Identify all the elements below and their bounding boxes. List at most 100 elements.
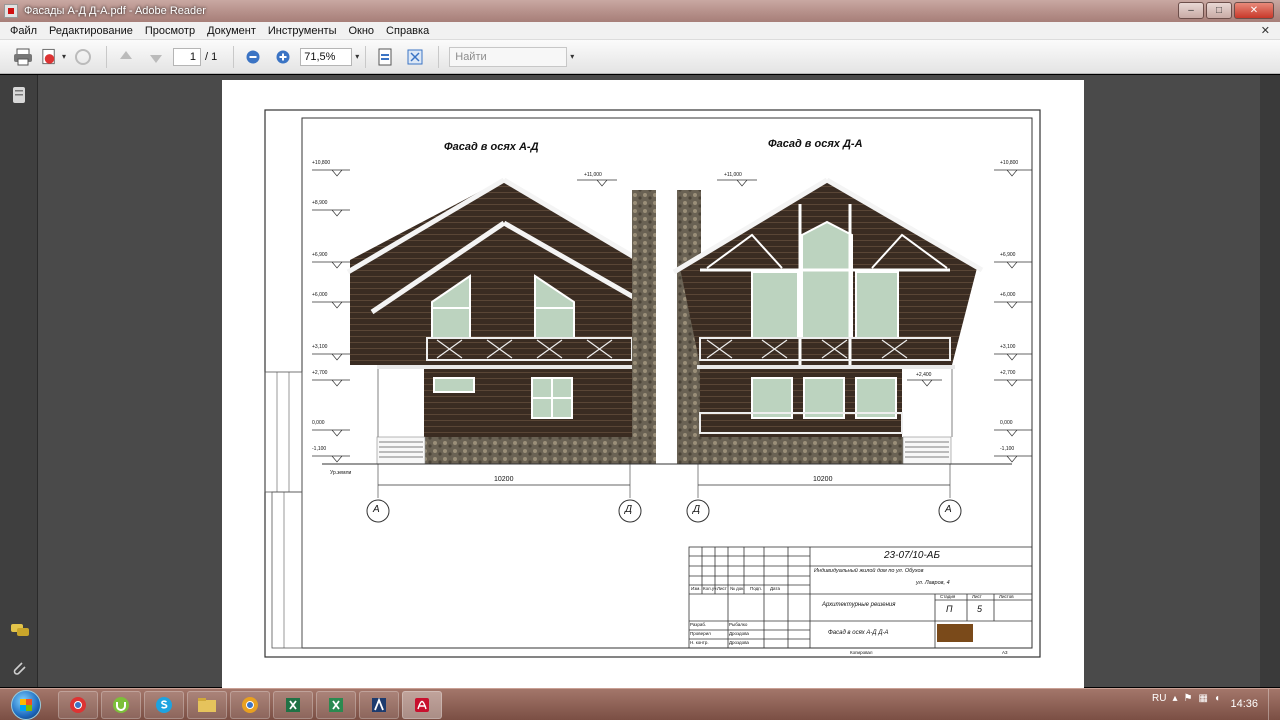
sheets-label: Листов <box>999 594 1014 599</box>
menu-view[interactable]: Просмотр <box>139 25 201 37</box>
menu-file[interactable]: Файл <box>4 25 43 37</box>
comments-icon[interactable] <box>10 621 29 639</box>
zoom-level-select[interactable]: 71,5% <box>300 47 353 66</box>
page-total: / 1 <box>205 50 218 63</box>
tray-volume-icon[interactable]: ◖ <box>1214 693 1220 704</box>
page-number-input[interactable]: 1 <box>173 47 201 66</box>
elevation-mark: +10,800 <box>312 160 331 166</box>
taskbar-autocad-icon[interactable] <box>359 691 399 719</box>
menu-edit[interactable]: Редактирование <box>43 25 139 37</box>
ground-level-label: Ур.земли <box>330 470 352 476</box>
close-button[interactable]: ✕ <box>1234 2 1274 19</box>
full-screen-icon[interactable] <box>402 45 428 69</box>
maximize-button[interactable]: □ <box>1206 2 1232 19</box>
facade-left-title: Фасад в осях А-Д <box>444 141 539 153</box>
window-title: Фасады А-Д Д-А.pdf - Adobe Reader <box>24 5 206 17</box>
taskbar-explorer-icon[interactable] <box>187 691 227 719</box>
elevation-mark: +6,000 <box>1000 292 1016 298</box>
menu-tools[interactable]: Инструменты <box>262 25 343 37</box>
dimension-label: 10200 <box>813 476 833 483</box>
elevation-mark: +8,900 <box>312 200 328 206</box>
toolbar-separator <box>233 45 235 68</box>
print-icon[interactable] <box>10 45 36 69</box>
page-thumbnails-icon[interactable] <box>10 85 28 103</box>
close-document-icon[interactable]: ✕ <box>1261 24 1270 37</box>
toolbar: ▾ 1 / 1 71,5% ▾ Найти ▾ <box>0 40 1280 74</box>
elevation-mark: +6,900 <box>1000 252 1016 258</box>
find-input[interactable]: Найти <box>449 46 568 67</box>
next-page-icon <box>143 45 169 69</box>
chimney-elevation-mark: +11,000 <box>724 172 742 178</box>
elevation-mark: -1,100 <box>1000 446 1015 452</box>
dimension-label: 10200 <box>494 476 514 483</box>
taskbar-adobe-reader-icon[interactable] <box>402 691 442 719</box>
role-name: Дроздова <box>729 640 749 645</box>
role-name: Дроздова <box>729 631 749 636</box>
elevation-mark: +10,800 <box>1000 160 1019 166</box>
header-cell: № док. <box>730 586 745 591</box>
axis-label: Д <box>693 504 701 515</box>
chevron-down-icon[interactable]: ▾ <box>355 52 359 61</box>
axis-label: А <box>945 504 952 515</box>
fit-page-icon[interactable] <box>372 45 398 69</box>
role-label: Проверил <box>690 631 711 636</box>
sheet-value: 5 <box>977 604 983 614</box>
taskbar-chrome-2-icon[interactable] <box>230 691 270 719</box>
system-tray: RU ▴ ⚑ ▦ ◖ <box>1152 693 1220 704</box>
share-icon <box>70 45 96 69</box>
navigation-panel <box>0 75 38 687</box>
role-name: Рыбалко <box>729 622 748 627</box>
header-cell: Дата <box>770 586 780 591</box>
menu-bar: Файл Редактирование Просмотр Документ Ин… <box>0 22 1280 40</box>
chevron-down-icon[interactable]: ▾ <box>570 52 574 61</box>
zoom-level-value: 71,5% <box>304 50 336 63</box>
attachments-icon[interactable] <box>10 659 28 677</box>
tray-flag-icon[interactable]: ⚑ <box>1184 693 1193 704</box>
taskbar-chrome-icon[interactable] <box>58 691 98 719</box>
tray-expand-icon[interactable]: ▴ <box>1173 693 1178 704</box>
minimize-button[interactable]: – <box>1178 2 1204 19</box>
copied-label: Копировал <box>850 650 873 655</box>
title-bar: Фасады А-Д Д-А.pdf - Adobe Reader – □ ✕ <box>0 0 1280 22</box>
elevation-mark: -1,100 <box>312 446 327 452</box>
header-cell: Изм. <box>691 586 701 591</box>
format-label: А3 <box>1002 650 1008 655</box>
elevation-mark: +2,700 <box>1000 370 1016 376</box>
zoom-out-icon[interactable] <box>240 45 266 69</box>
show-desktop-button[interactable] <box>1268 689 1280 720</box>
taskbar: RU ▴ ⚑ ▦ ◖ 14:36 <box>0 688 1280 720</box>
language-indicator[interactable]: RU <box>1152 693 1166 704</box>
header-cell: Кол.уч <box>703 586 717 591</box>
menu-document[interactable]: Документ <box>201 25 262 37</box>
previous-page-icon <box>113 45 139 69</box>
chimney-elevation-mark: +11,000 <box>584 172 602 178</box>
elevation-mark: +6,000 <box>312 292 328 298</box>
vertical-scrollbar[interactable] <box>1260 75 1280 687</box>
axis-label: Д <box>625 504 633 515</box>
sheet-label: Лист <box>972 594 982 599</box>
clock[interactable]: 14:36 <box>1230 698 1258 710</box>
toolbar-separator <box>438 45 440 68</box>
axis-label: А <box>373 504 380 515</box>
taskbar-excel-2-icon[interactable] <box>316 691 356 719</box>
project-line-1: Индивидуальный жилой дом по ул. Обухов <box>814 568 924 574</box>
sheet-title: Фасад в осях А-Д Д-А <box>828 630 889 636</box>
toolbar-separator <box>106 45 107 68</box>
project-line-2: ул. Лавров, 4 <box>916 580 950 586</box>
menu-help[interactable]: Справка <box>380 25 435 37</box>
chevron-down-icon: ▾ <box>61 52 66 61</box>
taskbar-skype-icon[interactable] <box>144 691 184 719</box>
elevation-mark: 0,000 <box>1000 420 1013 426</box>
taskbar-utorrent-icon[interactable] <box>101 691 141 719</box>
taskbar-excel-icon[interactable] <box>273 691 313 719</box>
tray-network-icon[interactable]: ▦ <box>1199 693 1208 704</box>
menu-window[interactable]: Окно <box>342 25 380 37</box>
create-pdf-icon[interactable]: ▾ <box>40 45 66 69</box>
header-cell: Лист <box>717 586 727 591</box>
document-code: 23-07/10-АБ <box>884 550 940 561</box>
zoom-in-icon[interactable] <box>270 45 296 69</box>
elevation-mark: +6,900 <box>312 252 328 258</box>
toolbar-separator <box>365 45 367 68</box>
role-label: Н. контр. <box>690 640 709 645</box>
start-button[interactable] <box>6 689 46 720</box>
